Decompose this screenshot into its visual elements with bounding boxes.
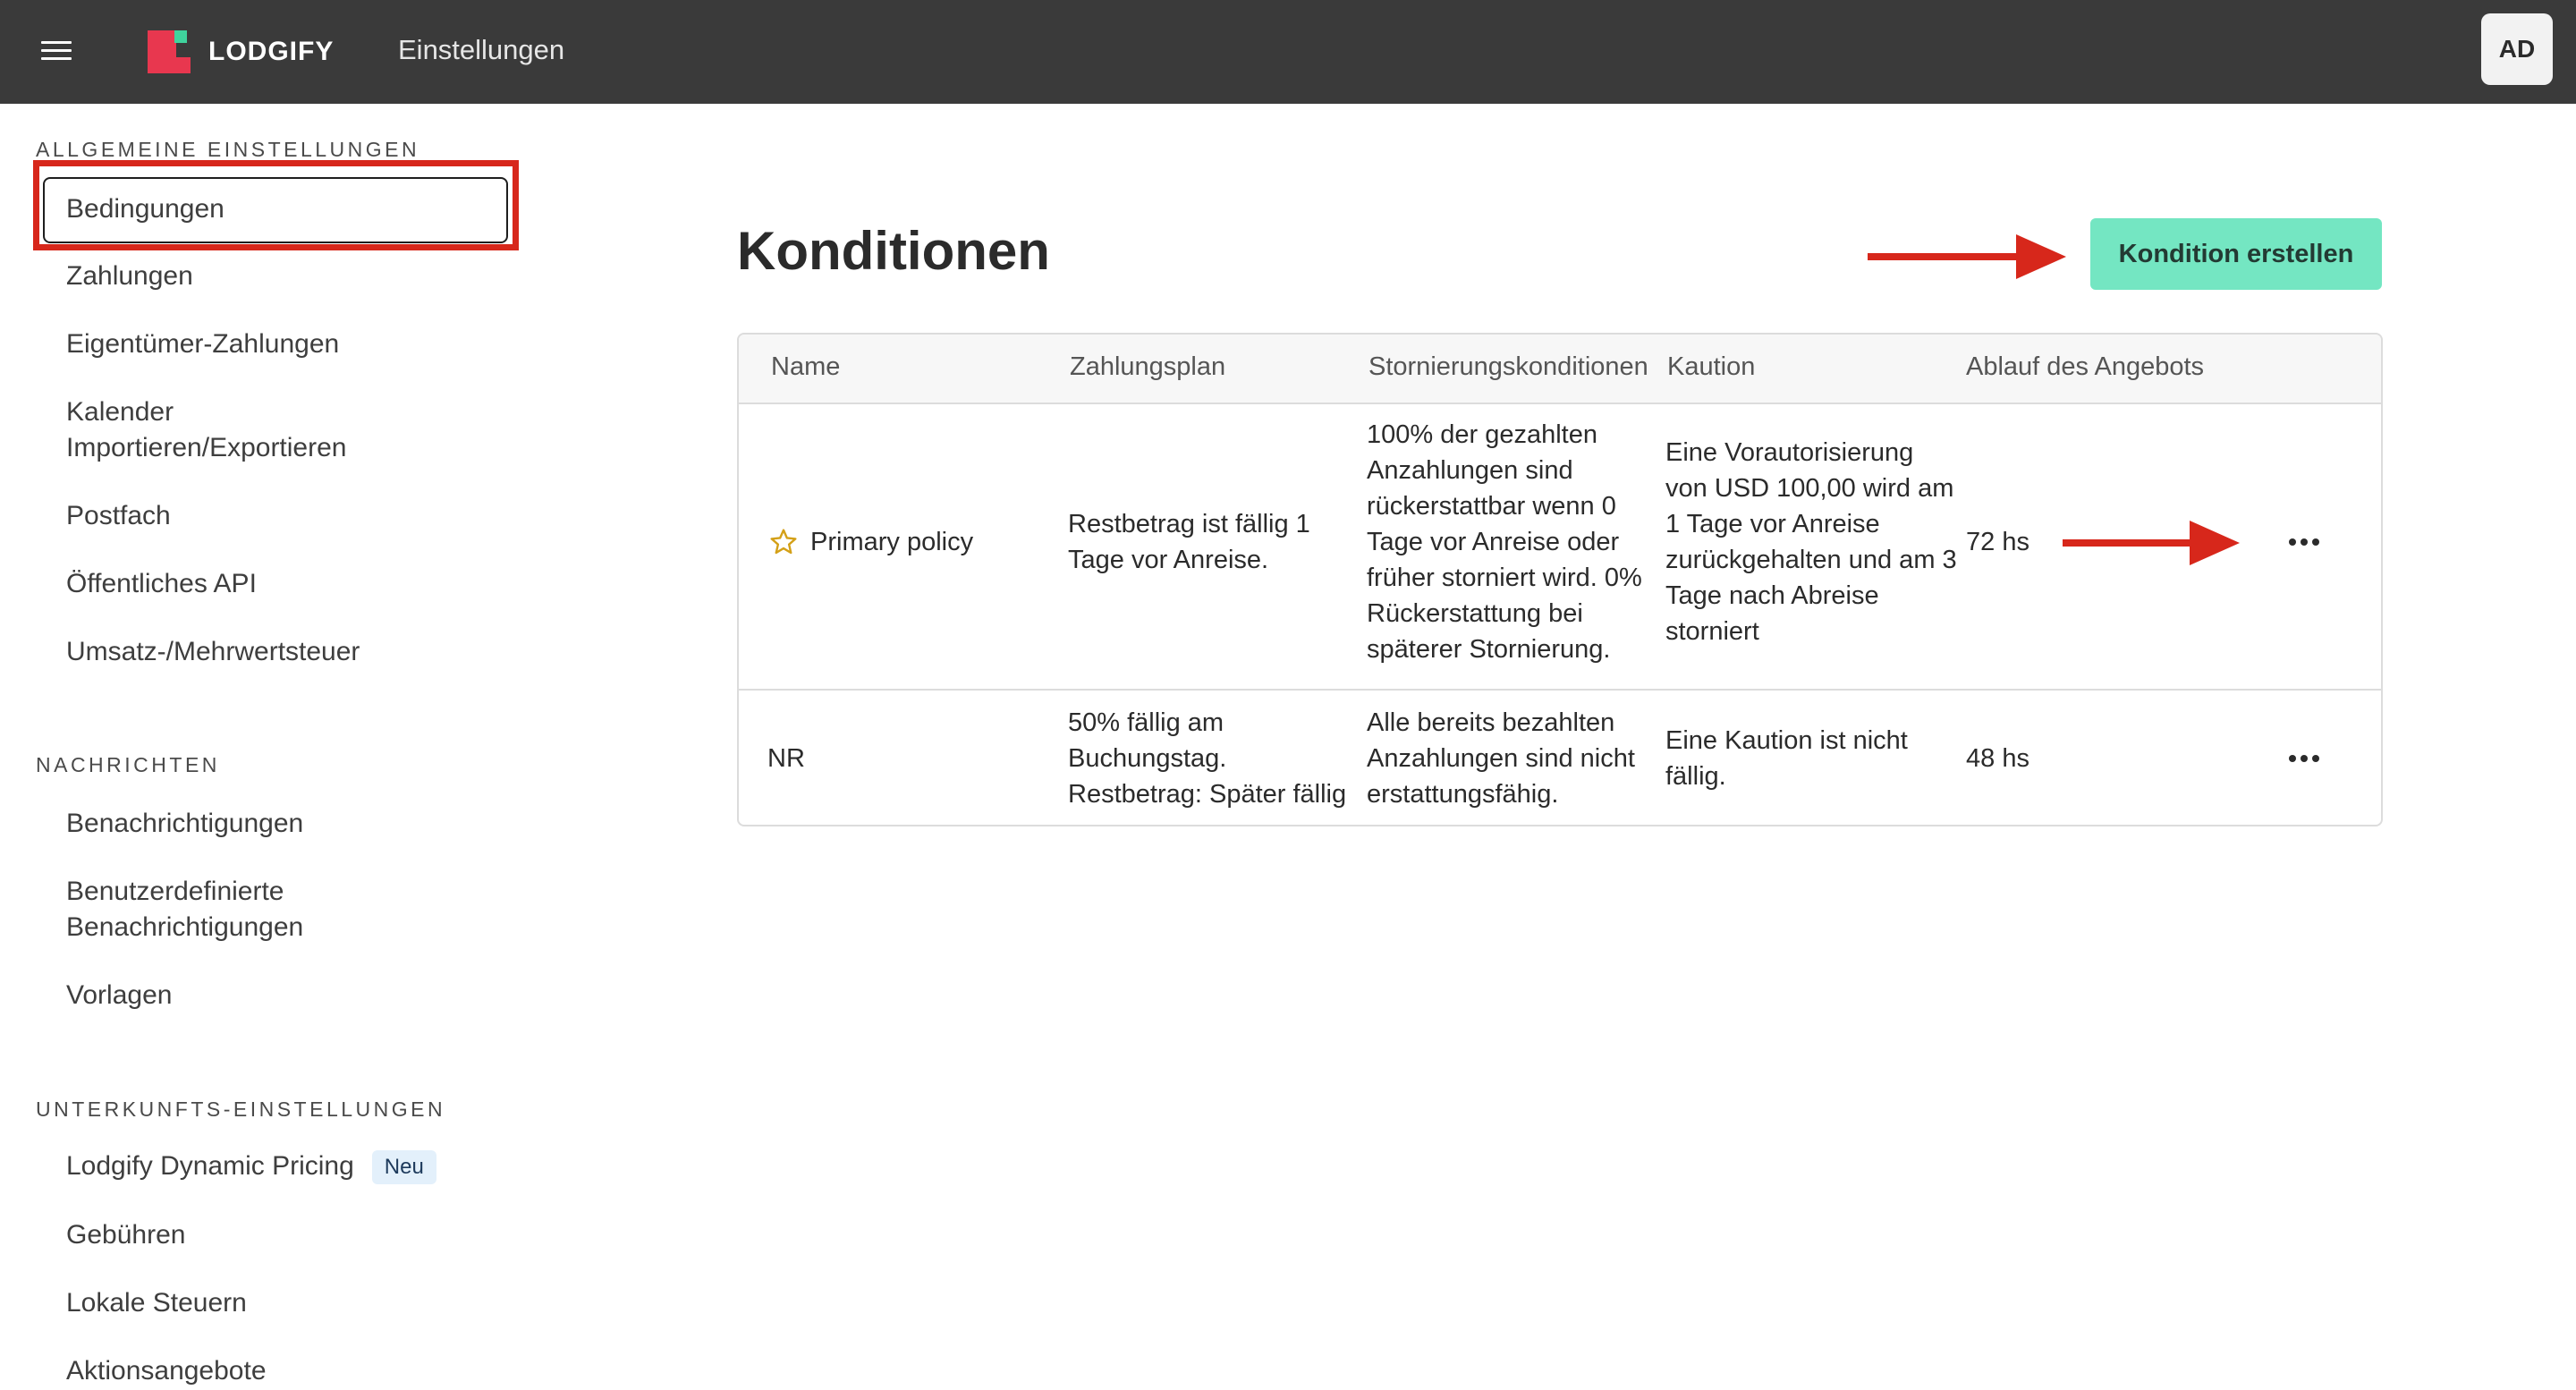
cancellation-cell: 100% der gezahlten Anzahlungen sind rück… [1367, 420, 1642, 664]
cancellation-cell: Alle bereits bezahlten Anzahlungen sind … [1367, 708, 1635, 809]
sidebar-item-vorlagen[interactable]: Vorlagen [66, 978, 172, 1013]
section-heading-messages: NACHRICHTEN [36, 753, 220, 776]
sidebar-item-label: Lodgify Dynamic Pricing [66, 1151, 354, 1181]
sidebar-item-benutzerdefinierte-benachrichtigungen[interactable]: Benutzerdefinierte Benachrichtigungen [66, 874, 388, 945]
sidebar-item-eigentuemer-zahlungen[interactable]: Eigentümer-Zahlungen [66, 326, 339, 362]
star-icon [770, 529, 797, 555]
payment-plan-cell: Restbetrag ist fällig 1 Tage vor Anreise… [1068, 510, 1310, 574]
table-row[interactable]: Primary policy Restbetrag ist fällig 1 T… [739, 404, 2381, 691]
lodgify-logo[interactable]: LODGIFY [148, 27, 334, 77]
policy-name: Primary policy [810, 528, 974, 556]
sidebar-item-aktionsangebote[interactable]: Aktionsangebote [66, 1353, 267, 1389]
section-heading-property: UNTERKUNFTS-EINSTELLUNGEN [36, 1098, 446, 1121]
sidebar-item-api[interactable]: Öffentliches API [66, 566, 257, 602]
expiry-cell: 72 hs [1966, 528, 2029, 556]
sidebar-item-gebuehren[interactable]: Gebühren [66, 1217, 185, 1253]
create-condition-button[interactable]: Kondition erstellen [2090, 218, 2382, 290]
sidebar-item-lokale-steuern[interactable]: Lokale Steuern [66, 1285, 247, 1321]
user-avatar[interactable]: AD [2481, 13, 2553, 85]
more-options-icon[interactable] [2282, 741, 2326, 776]
conditions-table: Name Zahlungsplan Stornierungskonditione… [737, 333, 2383, 826]
column-header-payment-plan: Zahlungsplan [1070, 352, 1226, 381]
table-row[interactable]: NR 50% fällig am Buchungstag. Restbetrag… [739, 691, 2381, 825]
lodgify-logo-icon [148, 30, 191, 73]
column-header-cancellation: Stornierungskonditionen [1368, 352, 1648, 381]
sidebar-item-kalender[interactable]: Kalender Importieren/Exportieren [66, 394, 406, 466]
new-badge: Neu [371, 1150, 436, 1185]
payment-plan-cell: 50% fällig am Buchungstag. Restbetrag: S… [1068, 708, 1347, 809]
menu-icon[interactable] [41, 41, 72, 63]
column-header-deposit: Kaution [1667, 352, 1756, 381]
annotation-arrow-icon [2063, 521, 2240, 565]
table-header: Name Zahlungsplan Stornierungskonditione… [739, 335, 2381, 404]
annotation-arrow-icon [1868, 234, 2066, 279]
sidebar-item-postfach[interactable]: Postfach [66, 498, 171, 534]
expiry-cell: 48 hs [1966, 744, 2029, 773]
sidebar-item-zahlungen[interactable]: Zahlungen [66, 259, 193, 294]
section-heading-general: ALLGEMEINE EINSTELLUNGEN [36, 138, 420, 161]
sidebar-item-steuer[interactable]: Umsatz-/Mehrwertsteuer [66, 634, 360, 670]
top-bar: LODGIFY Einstellungen AD [0, 0, 2576, 104]
column-header-expiry: Ablauf des Angebots [1966, 352, 2205, 381]
column-header-name: Name [771, 352, 841, 381]
page-title: Konditionen [737, 221, 1050, 281]
brand-name: LODGIFY [208, 37, 335, 66]
sidebar-item-dynamic-pricing[interactable]: Lodgify Dynamic Pricing Neu [66, 1148, 436, 1185]
policy-name: NR [767, 744, 805, 773]
more-options-icon[interactable] [2282, 524, 2326, 560]
deposit-cell: Eine Kaution ist nicht fällig. [1665, 726, 1908, 791]
settings-sidebar: ALLGEMEINE EINSTELLUNGEN Bedingungen Zah… [0, 104, 680, 1390]
annotation-highlight-box [33, 160, 519, 250]
deposit-cell: Eine Vorautorisierung von USD 100,00 wir… [1665, 438, 1957, 646]
page-section-title: Einstellungen [398, 34, 565, 65]
sidebar-item-benachrichtigungen[interactable]: Benachrichtigungen [66, 806, 303, 842]
